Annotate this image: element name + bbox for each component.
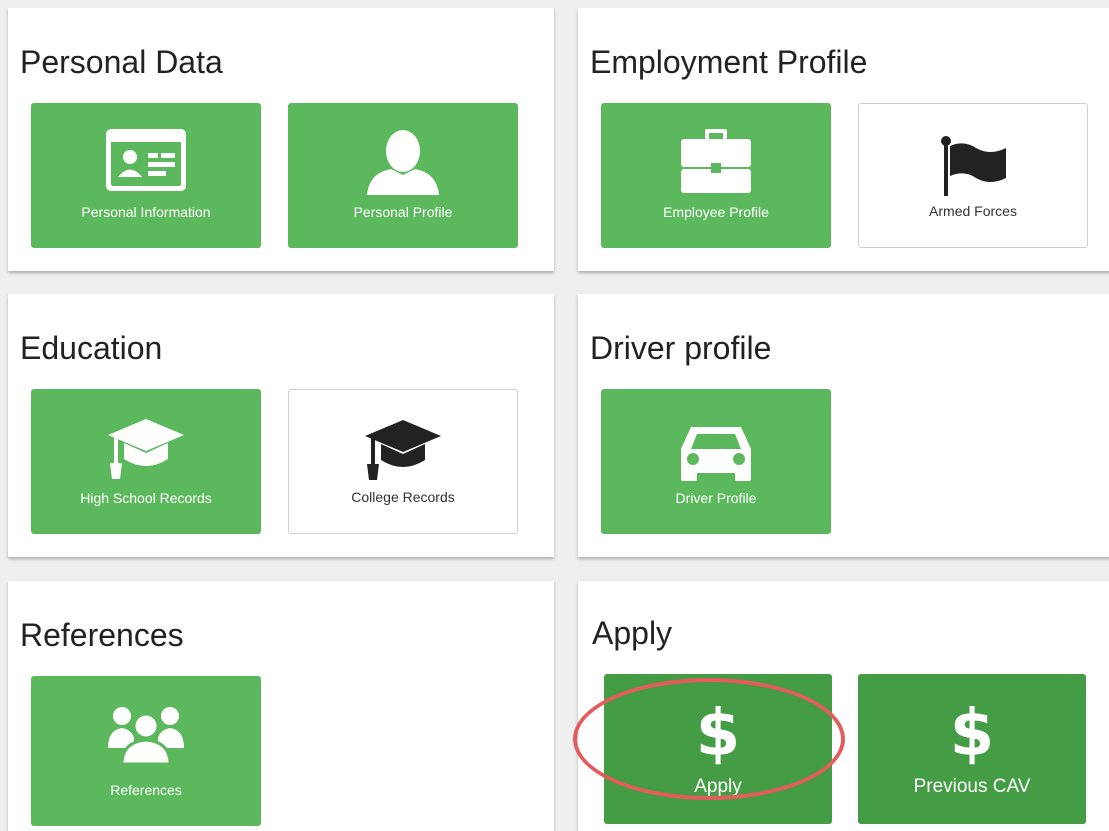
tile-label: Personal Profile xyxy=(353,204,453,220)
driver-profile-panel: Driver profile Driver Profile xyxy=(578,294,1109,557)
personal-data-panel: Personal Data Personal Information Perso… xyxy=(8,8,554,271)
tile-label: Driver Profile xyxy=(675,490,757,506)
dollar-symbol: $ xyxy=(695,697,741,771)
car-icon xyxy=(601,425,831,481)
tile-label: References xyxy=(110,782,182,798)
personal-profile-tile[interactable]: Personal Profile xyxy=(288,103,518,248)
panel-title: Apply xyxy=(592,615,673,651)
id-card-icon xyxy=(31,129,261,191)
references-tile[interactable]: References xyxy=(31,676,261,826)
college-records-tile[interactable]: College Records xyxy=(288,389,518,534)
employment-profile-panel: Employment Profile Employee Profile Arme… xyxy=(578,8,1109,271)
apply-panel: Apply $ Apply $ Previous CAV xyxy=(578,581,1109,831)
dollar-icon: $ xyxy=(604,702,832,766)
users-icon xyxy=(31,704,261,764)
panel-title: Employment Profile xyxy=(590,44,868,80)
panel-title: References xyxy=(20,617,184,653)
tile-label: Previous CAV xyxy=(913,776,1031,797)
panel-title: Personal Data xyxy=(20,44,223,80)
panel-title: Driver profile xyxy=(590,330,772,366)
tile-label: Personal Information xyxy=(81,204,211,220)
user-icon xyxy=(288,129,518,195)
education-panel: Education High School Records College Re… xyxy=(8,294,554,557)
tile-label: College Records xyxy=(351,489,455,505)
tile-label: Armed Forces xyxy=(929,203,1017,219)
dollar-icon: $ xyxy=(858,702,1086,766)
dollar-symbol: $ xyxy=(949,697,995,771)
graduation-cap-icon xyxy=(31,419,261,479)
briefcase-icon xyxy=(601,129,831,193)
tile-label: Apply xyxy=(694,776,742,797)
tile-label: Employee Profile xyxy=(663,204,769,220)
apply-tile[interactable]: $ Apply xyxy=(604,674,832,824)
high-school-records-tile[interactable]: High School Records xyxy=(31,389,261,534)
panel-title: Education xyxy=(20,330,163,366)
flag-icon xyxy=(859,136,1087,196)
tile-label: High School Records xyxy=(80,490,212,506)
graduation-cap-icon xyxy=(289,420,517,480)
personal-information-tile[interactable]: Personal Information xyxy=(31,103,261,248)
previous-cav-tile[interactable]: $ Previous CAV xyxy=(858,674,1086,824)
armed-forces-tile[interactable]: Armed Forces xyxy=(858,103,1088,248)
references-panel: References References xyxy=(8,581,554,831)
driver-profile-tile[interactable]: Driver Profile xyxy=(601,389,831,534)
employee-profile-tile[interactable]: Employee Profile xyxy=(601,103,831,248)
